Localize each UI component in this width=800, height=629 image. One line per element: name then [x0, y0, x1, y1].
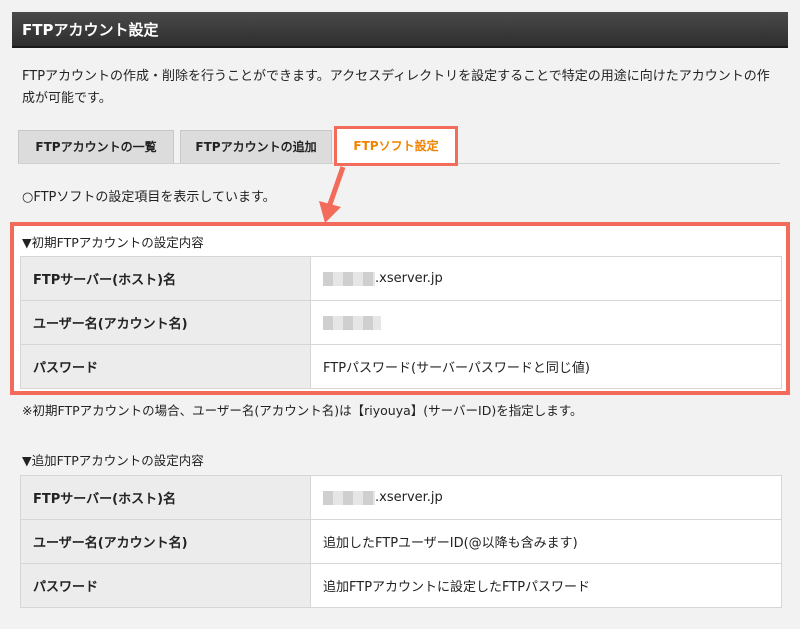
- table-row: ユーザー名(アカウント名) 追加したFTPユーザーID(@以降も含みます): [20, 519, 782, 564]
- tab-ftp-software-settings-label: FTPソフト設定: [353, 139, 439, 153]
- masked-text: [323, 490, 375, 505]
- row-key: パスワード: [20, 563, 311, 608]
- tab-account-add[interactable]: FTPアカウントの追加: [180, 130, 332, 163]
- info-text: ○FTPソフトの設定項目を表示しています。: [22, 190, 276, 205]
- row-value: .xserver.jp: [310, 256, 782, 301]
- table-row: パスワード FTPパスワード(サーバーパスワードと同じ値): [20, 344, 782, 389]
- row-key: FTPサーバー(ホスト)名: [20, 256, 311, 301]
- callout-arrow-icon: [319, 166, 346, 223]
- tab-account-list[interactable]: FTPアカウントの一覧: [18, 130, 174, 163]
- row-key: ユーザー名(アカウント名): [20, 519, 311, 564]
- initial-section-title: ▼初期FTPアカウントの設定内容: [22, 235, 204, 250]
- row-value: 追加したFTPユーザーID(@以降も含みます): [310, 519, 782, 564]
- initial-account-note: ※初期FTPアカウントの場合、ユーザー名(アカウント名)は【riyouya】(サ…: [22, 403, 583, 418]
- table-row: ユーザー名(アカウント名): [20, 300, 782, 345]
- page-title: FTPアカウント設定: [12, 12, 788, 48]
- row-key: パスワード: [20, 344, 311, 389]
- additional-section-title: ▼追加FTPアカウントの設定内容: [22, 453, 204, 468]
- table-row: パスワード 追加FTPアカウントに設定したFTPパスワード: [20, 563, 782, 608]
- row-value: .xserver.jp: [310, 475, 782, 520]
- row-value: [310, 300, 782, 345]
- row-key: ユーザー名(アカウント名): [20, 300, 311, 345]
- additional-settings-table: FTPサーバー(ホスト)名 .xserver.jp ユーザー名(アカウント名) …: [20, 475, 782, 608]
- table-row: FTPサーバー(ホスト)名 .xserver.jp: [20, 475, 782, 520]
- masked-text: [323, 315, 381, 330]
- table-row: FTPサーバー(ホスト)名 .xserver.jp: [20, 256, 782, 301]
- masked-text: [323, 271, 375, 286]
- row-value: FTPパスワード(サーバーパスワードと同じ値): [310, 344, 782, 389]
- description-text: FTPアカウントの作成・削除を行うことができます。アクセスディレクトリを設定する…: [22, 69, 770, 106]
- host-suffix: .xserver.jp: [375, 490, 443, 505]
- row-value: 追加FTPアカウントに設定したFTPパスワード: [310, 563, 782, 608]
- initial-settings-table: FTPサーバー(ホスト)名 .xserver.jp ユーザー名(アカウント名) …: [20, 256, 782, 389]
- host-suffix: .xserver.jp: [375, 271, 443, 286]
- row-key: FTPサーバー(ホスト)名: [20, 475, 311, 520]
- tab-ftp-software-settings[interactable]: FTPソフト設定: [334, 126, 458, 166]
